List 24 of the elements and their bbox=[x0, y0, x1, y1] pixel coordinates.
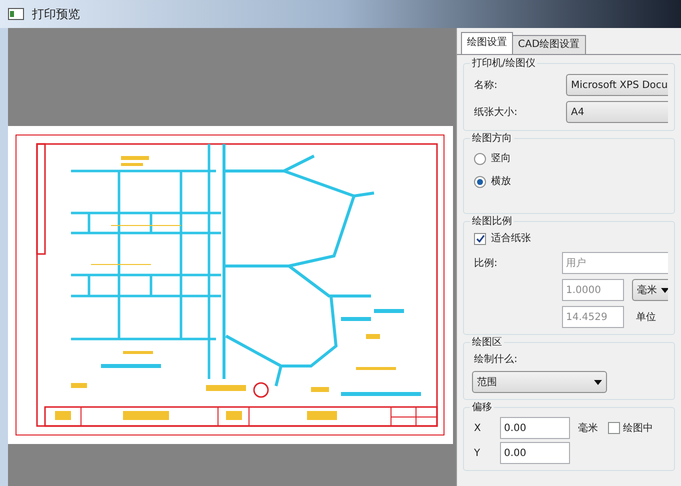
input-field[interactable]: 0.00 bbox=[500, 442, 570, 464]
window-icon bbox=[8, 8, 24, 20]
field-label: 名称: bbox=[473, 78, 498, 92]
window-title: 打印预览 bbox=[32, 6, 80, 23]
dropdown[interactable]: A4 bbox=[566, 101, 668, 123]
unit-label: 单位 bbox=[636, 310, 656, 324]
field-label: 绘制什么: bbox=[473, 352, 518, 367]
field-label: 纸张大小: bbox=[473, 106, 518, 120]
tab[interactable]: 绘图设置 bbox=[461, 32, 513, 54]
checkbox-option[interactable]: 适合纸张 bbox=[470, 231, 531, 246]
field-label: 比例: bbox=[473, 256, 498, 270]
tab[interactable]: CAD绘图设置 bbox=[512, 35, 586, 54]
dropdown[interactable]: Microsoft XPS Docu bbox=[566, 74, 668, 96]
input-field[interactable]: 0.00 bbox=[500, 417, 570, 439]
radio-option[interactable]: 竖向 bbox=[474, 151, 511, 166]
dropdown[interactable]: 毫米 bbox=[632, 279, 668, 301]
checkbox-option[interactable]: 绘图中 bbox=[608, 420, 653, 436]
dropdown[interactable]: 范围 bbox=[472, 371, 607, 393]
unit-label: 毫米 bbox=[578, 422, 598, 436]
field-label: Y bbox=[473, 446, 482, 460]
caret-icon bbox=[661, 288, 668, 292]
field-label: X bbox=[473, 422, 482, 436]
caret-icon bbox=[594, 380, 602, 384]
radio-option[interactable]: 横放 bbox=[474, 174, 511, 189]
